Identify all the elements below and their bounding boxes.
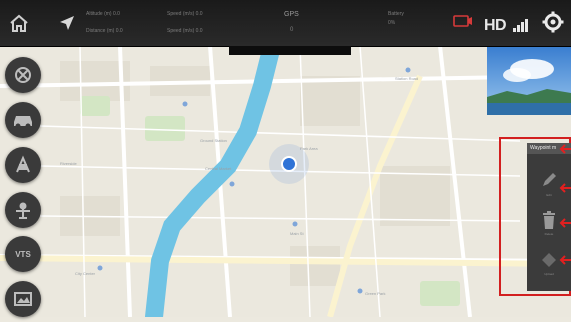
status-label: Speed (m/s) xyxy=(167,28,195,34)
record-indicator[interactable] xyxy=(452,12,474,30)
map-place-label: Green Park xyxy=(365,291,386,296)
gimbal-button[interactable] xyxy=(5,192,41,228)
status-label: Distance (m) xyxy=(86,28,115,34)
top-status-bar: Altitude (m) 0.0 Distance (m) 0.0 Speed … xyxy=(0,0,571,47)
camera-preview-thumbnail[interactable] xyxy=(487,47,571,115)
status-value: 0.0 xyxy=(195,11,203,17)
status-label: Altitude (m) xyxy=(86,11,112,17)
gps-indicator: GPS xyxy=(284,11,299,18)
map-place-label: Park Area xyxy=(300,146,318,151)
car-icon xyxy=(14,116,32,129)
battery-label: Battery xyxy=(388,11,404,17)
settings-button[interactable] xyxy=(538,7,568,37)
status-speed-h: Speed (m/s) 0.0 xyxy=(167,11,203,17)
annotation-arrow-icon xyxy=(559,255,571,265)
signal-strength-icon xyxy=(513,18,528,32)
status-distance: Distance (m) 0.0 xyxy=(86,28,123,34)
status-value: 0.0 xyxy=(115,28,123,34)
mode-button[interactable]: VTS xyxy=(5,236,41,272)
map-place-label: Central Market xyxy=(205,166,232,171)
map-view[interactable]: Ground Station Park Area Central Market … xyxy=(0,37,571,322)
waypoint-edit-label: Edit xyxy=(546,193,552,197)
status-speed-v: Speed (m/s) 0.0 xyxy=(167,28,203,34)
status-label: Speed (m/s) xyxy=(167,11,195,17)
status-value: 0.0 xyxy=(195,28,203,34)
mode-label: VTS xyxy=(15,249,31,259)
crosshair-icon xyxy=(15,67,31,83)
annotation-arrow-icon xyxy=(559,218,571,228)
video-record-icon xyxy=(453,15,472,27)
home-icon xyxy=(10,14,28,32)
map-place-label: Ground Station xyxy=(200,138,227,143)
waypoint-delete-label: Delete xyxy=(544,232,554,236)
takeoff-button[interactable] xyxy=(5,57,41,93)
home-button[interactable] xyxy=(4,8,34,38)
map-place-label: Station Road xyxy=(395,76,419,81)
camera-icon xyxy=(16,155,30,173)
pencil-icon xyxy=(543,173,556,186)
gps-count: 0 xyxy=(290,27,294,33)
landscape-preview-image xyxy=(487,47,571,115)
navigation-arrow-icon xyxy=(60,16,74,30)
map-place-label: City Center xyxy=(75,271,96,276)
gps-label: GPS xyxy=(284,11,299,18)
status-value: 0.0 xyxy=(112,11,120,17)
annotation-arrow-icon xyxy=(559,144,571,154)
current-location-dot xyxy=(281,156,297,172)
image-icon xyxy=(14,292,32,306)
trash-icon xyxy=(543,211,555,229)
gallery-button[interactable] xyxy=(5,281,41,317)
camera-button[interactable] xyxy=(5,147,41,183)
diamond-icon xyxy=(542,253,556,267)
status-altitude: Altitude (m) 0.0 xyxy=(86,11,120,17)
gimbal-icon xyxy=(16,202,30,219)
battery-value: 0% xyxy=(388,20,396,26)
top-notch-bar xyxy=(229,46,351,55)
map-place-label: Main St xyxy=(290,231,304,236)
navigation-button[interactable] xyxy=(52,8,82,38)
waypoint-upload-label: Upload xyxy=(544,272,554,276)
vehicle-button[interactable] xyxy=(5,102,41,138)
video-quality-label: HD xyxy=(484,17,507,34)
map-canvas[interactable] xyxy=(0,37,571,322)
annotation-arrow-icon xyxy=(559,183,571,193)
gear-icon xyxy=(542,11,564,33)
map-place-label: Riverside xyxy=(60,161,77,166)
